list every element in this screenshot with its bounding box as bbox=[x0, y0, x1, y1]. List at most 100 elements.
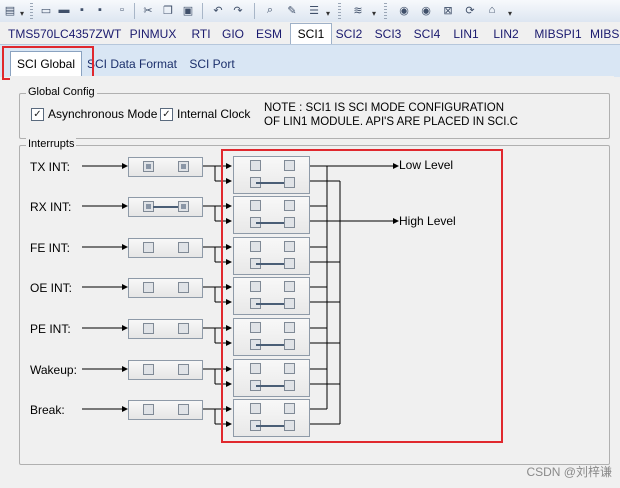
level-high-checkbox[interactable] bbox=[284, 420, 295, 431]
level-high-checkbox[interactable] bbox=[284, 298, 295, 309]
tab-lin1[interactable]: LIN1 bbox=[450, 24, 482, 44]
break-level-switch[interactable] bbox=[233, 399, 310, 437]
tab-sci1[interactable]: SCI1 bbox=[290, 23, 332, 45]
level-low-checkbox[interactable] bbox=[250, 281, 261, 292]
level-low-checkbox[interactable] bbox=[250, 200, 261, 211]
level-low-checkbox[interactable] bbox=[284, 241, 295, 252]
nav-back-icon[interactable]: ◉ bbox=[396, 2, 412, 18]
tx-int-level-switch[interactable] bbox=[233, 156, 310, 194]
rx-int-enable-checkbox[interactable] bbox=[178, 201, 189, 212]
edit-icon[interactable]: ✎ bbox=[284, 2, 300, 18]
app-menu-icon[interactable]: ▤ bbox=[2, 2, 18, 18]
level-high-checkbox[interactable] bbox=[284, 177, 295, 188]
break-enable-switch[interactable] bbox=[128, 400, 203, 420]
chevron-down-icon[interactable]: ▾ bbox=[324, 2, 332, 18]
tab-lin2[interactable]: LIN2 bbox=[489, 24, 523, 44]
home-icon[interactable]: ⌂ bbox=[484, 2, 500, 18]
toolbar-grip[interactable] bbox=[30, 3, 33, 19]
pe-int-enable-checkbox[interactable] bbox=[143, 323, 154, 334]
oe-int-level-switch[interactable] bbox=[233, 277, 310, 315]
tab-sci2[interactable]: SCI2 bbox=[333, 24, 365, 44]
new-icon[interactable]: ▭ bbox=[38, 2, 54, 18]
pe-int-level-switch[interactable] bbox=[233, 318, 310, 356]
pe-int-enable-switch[interactable] bbox=[128, 319, 203, 339]
low-level-label: Low Level bbox=[399, 158, 454, 172]
level-low-checkbox[interactable] bbox=[284, 363, 295, 374]
list-icon[interactable]: ☰ bbox=[306, 2, 322, 18]
tab-tms570lc4357zwt[interactable]: TMS570LC4357ZWT bbox=[8, 24, 121, 44]
level-low-checkbox[interactable] bbox=[250, 403, 261, 414]
chevron-down-icon[interactable]: ▾ bbox=[18, 2, 26, 18]
tx-int-enable-checkbox[interactable] bbox=[178, 161, 189, 172]
oe-int-enable-checkbox[interactable] bbox=[178, 282, 189, 293]
stack-icon[interactable]: ≋ bbox=[350, 2, 366, 18]
level-low-checkbox[interactable] bbox=[284, 403, 295, 414]
rx-int-enable-switch[interactable] bbox=[128, 197, 203, 217]
oe-int-enable-switch[interactable] bbox=[128, 278, 203, 298]
oe-int-enable-checkbox[interactable] bbox=[143, 282, 154, 293]
tx-int-enable-switch[interactable] bbox=[128, 157, 203, 177]
wakeup-enable-switch[interactable] bbox=[128, 360, 203, 380]
tab-rti[interactable]: RTI bbox=[186, 24, 216, 44]
open-icon[interactable]: ▬ bbox=[56, 2, 72, 18]
level-high-checkbox[interactable] bbox=[284, 217, 295, 228]
toolbar-separator bbox=[134, 3, 135, 19]
level-low-checkbox[interactable] bbox=[284, 160, 295, 171]
level-high-checkbox[interactable] bbox=[284, 258, 295, 269]
redo-icon[interactable]: ↷ bbox=[230, 2, 246, 18]
tab-pinmux[interactable]: PINMUX bbox=[124, 24, 182, 44]
undo-icon[interactable]: ↶ bbox=[210, 2, 226, 18]
break-enable-checkbox[interactable] bbox=[178, 404, 189, 415]
high-level-label: High Level bbox=[399, 214, 456, 228]
fe-int-level-switch[interactable] bbox=[233, 237, 310, 275]
subtab-sci-global[interactable]: SCI Global bbox=[10, 51, 82, 77]
rx-int-level-switch[interactable] bbox=[233, 196, 310, 234]
save-as-icon[interactable]: ▫ bbox=[114, 2, 130, 18]
tab-mibs[interactable]: MIBS bbox=[590, 24, 620, 44]
pe-int-enable-checkbox[interactable] bbox=[178, 323, 189, 334]
chevron-down-icon[interactable]: ▾ bbox=[370, 2, 378, 18]
subtab-sci-port[interactable]: SCI Port bbox=[184, 53, 240, 75]
copy-icon[interactable]: ❐ bbox=[160, 2, 176, 18]
level-low-checkbox[interactable] bbox=[284, 200, 295, 211]
rx-int-enable-bar bbox=[153, 206, 181, 208]
level-low-checkbox[interactable] bbox=[250, 160, 261, 171]
tx-int-label: TX INT: bbox=[30, 160, 71, 174]
toolbar-grip[interactable] bbox=[384, 3, 387, 19]
level-low-checkbox[interactable] bbox=[250, 241, 261, 252]
tab-gio[interactable]: GIO bbox=[219, 24, 247, 44]
level-high-checkbox[interactable] bbox=[284, 339, 295, 350]
level-low-checkbox[interactable] bbox=[284, 322, 295, 333]
chevron-down-icon[interactable]: ▾ bbox=[506, 2, 514, 18]
break-enable-checkbox[interactable] bbox=[143, 404, 154, 415]
save-icon[interactable]: ▪ bbox=[74, 2, 90, 18]
level-low-checkbox[interactable] bbox=[250, 363, 261, 374]
toolbar-separator bbox=[254, 3, 255, 19]
fe-int-enable-checkbox[interactable] bbox=[178, 242, 189, 253]
fe-int-enable-checkbox[interactable] bbox=[143, 242, 154, 253]
stop-icon[interactable]: ⊠ bbox=[440, 2, 456, 18]
level-low-checkbox[interactable] bbox=[250, 322, 261, 333]
tab-sci3[interactable]: SCI3 bbox=[372, 24, 404, 44]
toolbar-grip[interactable] bbox=[338, 3, 341, 19]
tab-sci4[interactable]: SCI4 bbox=[411, 24, 443, 44]
fe-int-enable-switch[interactable] bbox=[128, 238, 203, 258]
refresh-icon[interactable]: ⟳ bbox=[462, 2, 478, 18]
level-low-checkbox[interactable] bbox=[284, 281, 295, 292]
watermark: CSDN @刘梓谦 bbox=[526, 465, 612, 479]
toolbar: ▤ ▾ ▭ ▬ ▪ ▪ ▫ ✂ ❐ ▣ ↶ ↷ ⌕ ✎ ☰ ▾ ≋ ▾ ◉ ◉ … bbox=[0, 0, 620, 23]
tab-esm[interactable]: ESM bbox=[252, 24, 286, 44]
tab-mibspi1[interactable]: MIBSPI1 bbox=[530, 24, 586, 44]
save-all-icon[interactable]: ▪ bbox=[92, 2, 108, 18]
nav-forward-icon[interactable]: ◉ bbox=[418, 2, 434, 18]
wakeup-enable-checkbox[interactable] bbox=[178, 364, 189, 375]
tx-int-enable-checkbox[interactable] bbox=[143, 161, 154, 172]
wakeup-enable-checkbox[interactable] bbox=[143, 364, 154, 375]
paste-icon[interactable]: ▣ bbox=[180, 2, 196, 18]
subtab-sci-data-format[interactable]: SCI Data Format bbox=[86, 53, 178, 75]
level-high-checkbox[interactable] bbox=[284, 380, 295, 391]
search-icon[interactable]: ⌕ bbox=[262, 2, 278, 18]
cut-icon[interactable]: ✂ bbox=[140, 2, 156, 18]
break-label: Break: bbox=[30, 403, 65, 417]
wakeup-level-switch[interactable] bbox=[233, 359, 310, 397]
